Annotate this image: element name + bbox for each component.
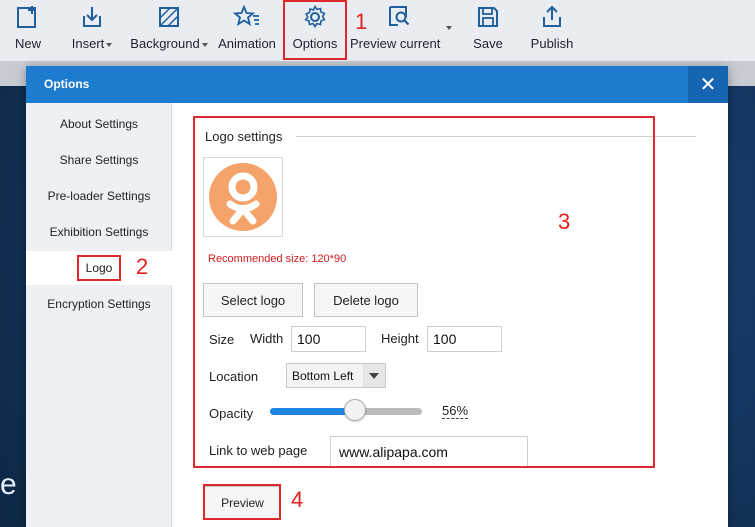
canvas-text-fragment: e: [0, 468, 17, 501]
sidebar-item-logo[interactable]: Logo: [26, 251, 172, 285]
dialog-header: Options ✕: [26, 66, 728, 103]
sidebar-item-exhibition[interactable]: Exhibition Settings: [26, 217, 172, 247]
preview-search-icon: [384, 0, 414, 34]
insert-button[interactable]: Insert: [68, 0, 116, 60]
dialog-title: Options: [44, 77, 90, 91]
annotation-2: 2: [136, 254, 149, 279]
insert-icon: [77, 0, 107, 34]
chevron-down-icon: [201, 42, 208, 47]
animation-icon: [232, 0, 262, 34]
sidebar-item-encryption[interactable]: Encryption Settings: [26, 289, 172, 319]
save-icon: [473, 0, 503, 34]
new-label: New: [14, 36, 41, 51]
publish-label: Publish: [530, 36, 574, 51]
sidebar-item-preloader[interactable]: Pre-loader Settings: [26, 181, 172, 211]
annotation-3: 3: [558, 209, 571, 234]
chevron-down-icon: [106, 42, 113, 47]
preview-dropdown-icon[interactable]: [446, 26, 452, 30]
background-button[interactable]: Background: [128, 0, 210, 60]
options-highlight-box: [283, 0, 347, 60]
sidebar-item-share[interactable]: Share Settings: [26, 145, 172, 175]
background-label: Background: [130, 36, 200, 51]
options-sidebar: About Settings Share Settings Pre-loader…: [26, 103, 172, 527]
animation-label: Animation: [218, 36, 276, 51]
logo-settings-highlight-box: [193, 116, 655, 468]
close-button[interactable]: ✕: [688, 66, 728, 103]
publish-button[interactable]: Publish: [528, 0, 576, 60]
save-label: Save: [473, 36, 503, 51]
background-icon: [154, 0, 184, 34]
publish-icon: [537, 0, 567, 34]
save-button[interactable]: Save: [468, 0, 508, 60]
annotation-4: 4: [291, 487, 304, 512]
annotation-1: 1: [355, 9, 368, 34]
new-button[interactable]: New: [8, 0, 48, 60]
sidebar-item-logo-label: Logo: [76, 255, 122, 281]
new-page-icon: [13, 0, 43, 34]
sidebar-item-about[interactable]: About Settings: [26, 109, 172, 139]
animation-button[interactable]: Animation: [216, 0, 278, 60]
preview-current-label: Preview current: [350, 36, 441, 51]
insert-label: Insert: [71, 36, 105, 51]
main-toolbar: New Insert Background Animation Options …: [0, 0, 755, 62]
preview-highlight-box: [203, 484, 281, 520]
